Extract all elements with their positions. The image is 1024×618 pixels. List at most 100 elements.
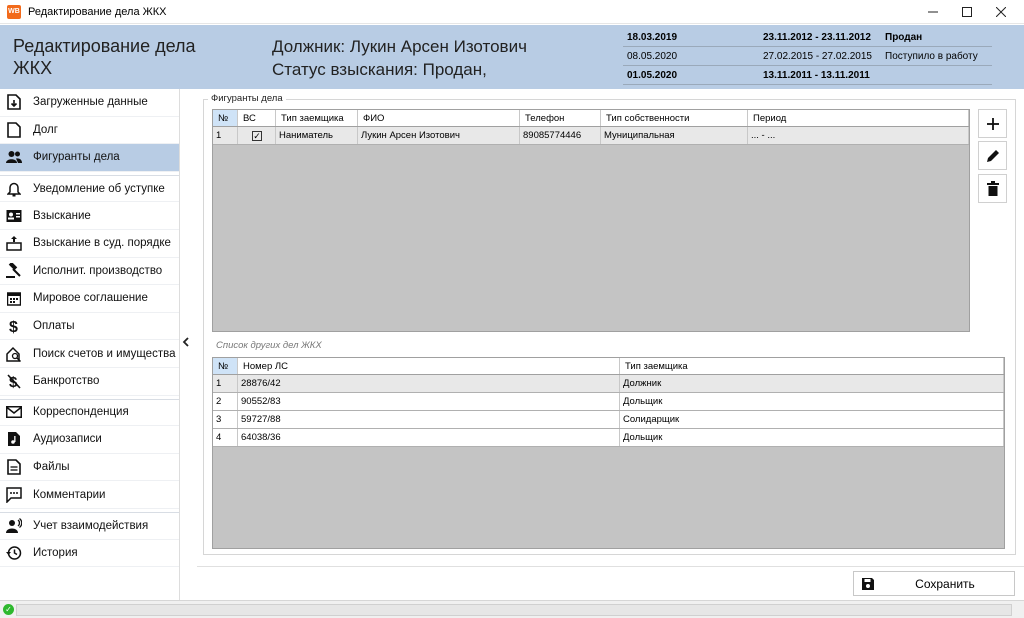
interaction-icon <box>6 517 22 534</box>
column-header-borrower-type[interactable]: Тип заемщика <box>620 358 1004 374</box>
column-header-num[interactable]: № <box>213 358 238 374</box>
table-row[interactable]: 3 59727/88 Солидарщик <box>213 411 1004 429</box>
save-button-label: Сохранить <box>915 576 975 591</box>
sidebar-item-12[interactable]: Аудиозаписи <box>0 426 179 454</box>
sidebar-item-1[interactable]: Долг <box>0 117 179 145</box>
sidebar-item-0[interactable]: Загруженные данные <box>0 89 179 117</box>
recovery-status: Статус взыскания: Продан, <box>272 60 487 79</box>
gavel-icon <box>6 262 22 279</box>
column-header-vs[interactable]: ВС <box>238 110 276 126</box>
history-status: Продан <box>885 31 923 43</box>
history-icon <box>6 545 22 561</box>
sidebar-item-label: Взыскание <box>33 209 91 222</box>
footer-divider <box>197 566 1024 567</box>
row-num: 3 <box>213 411 238 428</box>
borrower-type-cell: Наниматель <box>276 127 358 144</box>
history-date: 08.05.2020 <box>627 50 678 62</box>
history-status: Поступило в работу <box>885 50 978 62</box>
fio-cell: Лукин Арсен Изотович <box>358 127 520 144</box>
sidebar-item-4[interactable]: Взыскание <box>0 202 179 230</box>
add-participant-button[interactable] <box>978 109 1007 138</box>
column-header-period[interactable]: Период <box>748 110 969 126</box>
column-header-num[interactable]: № <box>213 110 238 126</box>
bell-icon <box>6 181 22 197</box>
row-num: 1 <box>213 375 238 392</box>
sidebar-item-6[interactable]: Исполнит. производство <box>0 258 179 286</box>
column-header-fio[interactable]: ФИО <box>358 110 520 126</box>
sidebar-item-14[interactable]: Комментарии <box>0 481 179 509</box>
status-bar: ✓ <box>0 600 1024 618</box>
plus-icon <box>986 117 999 130</box>
dollar-icon: $ <box>6 318 22 334</box>
sidebar-item-label: Исполнит. производство <box>33 264 163 277</box>
progress-track <box>16 604 1012 616</box>
vs-checkbox[interactable]: ✓ <box>252 130 262 141</box>
sidebar-item-5[interactable]: Взыскание в суд. порядке <box>0 230 179 258</box>
file-icon <box>6 459 22 475</box>
other-cases-label: Список других дел ЖКХ <box>216 340 322 351</box>
comment-icon <box>6 486 22 503</box>
sidebar-item-label: Поиск счетов и имущества <box>33 347 176 360</box>
account-number-cell: 59727/88 <box>238 411 620 428</box>
sidebar-item-7[interactable]: Мировое соглашение <box>0 285 179 313</box>
row-num: 1 <box>213 127 238 144</box>
borrower-type-cell: Солидарщик <box>620 411 1004 428</box>
sidebar-item-16[interactable]: История <box>0 540 179 568</box>
column-header-account-number[interactable]: Номер ЛС <box>238 358 620 374</box>
status-history: 18.03.2019 23.11.2012 - 23.11.2012 Продан 0… <box>623 28 992 85</box>
minimize-button[interactable] <box>916 0 950 24</box>
maximize-icon <box>962 7 972 17</box>
court-transfer-icon <box>6 235 22 252</box>
sidebar-item-11[interactable]: Корреспонденция <box>0 398 179 427</box>
maximize-button[interactable] <box>950 0 984 24</box>
history-row: 08.05.2020 27.02.2015 - 27.02.2015 Поступи… <box>623 47 992 66</box>
edit-participant-button[interactable] <box>978 141 1007 170</box>
people-icon <box>6 149 22 165</box>
account-number-cell: 28876/42 <box>238 375 620 392</box>
sidebar-item-8[interactable]: $ Оплаты <box>0 313 179 341</box>
trash-icon <box>986 180 999 196</box>
participants-table[interactable]: № ВС Тип заемщика ФИО Телефон Тип собств… <box>212 109 970 332</box>
sidebar-item-label: Файлы <box>33 461 70 474</box>
phone-cell: 89085774446 <box>520 127 601 144</box>
borrower-type-cell: Дольщик <box>620 429 1004 446</box>
history-period: 13.11.2011 - 13.11.2011 <box>763 69 870 81</box>
column-header-ownership[interactable]: Тип собственности <box>601 110 748 126</box>
sidebar-item-10[interactable]: $ Банкротство <box>0 368 179 396</box>
participants-group-label: Фигуранты дела <box>208 93 286 104</box>
table-row[interactable]: 2 90552/83 Дольщик <box>213 393 1004 411</box>
sidebar-item-13[interactable]: Файлы <box>0 454 179 482</box>
borrower-type-cell: Должник <box>620 375 1004 392</box>
collapse-sidebar-button[interactable] <box>182 336 190 350</box>
column-header-phone[interactable]: Телефон <box>520 110 601 126</box>
sidebar-item-15[interactable]: Учет взаимодействия <box>0 511 179 540</box>
period-cell: ... - ... <box>748 127 969 144</box>
window-title: Редактирование дела ЖКХ <box>28 5 167 18</box>
contact-card-icon <box>6 208 22 224</box>
delete-participant-button[interactable] <box>978 174 1007 203</box>
sidebar-item-3[interactable]: Уведомление об уступке <box>0 174 179 203</box>
other-cases-table[interactable]: № Номер ЛС Тип заемщика 1 28876/42 Должник… <box>212 357 1005 549</box>
table-row[interactable]: 4 64038/36 Дольщик <box>213 429 1004 447</box>
sidebar-item-label: Банкротство <box>33 375 100 388</box>
sidebar-item-label: Мировое соглашение <box>33 292 148 305</box>
sidebar-item-label: Корреспонденция <box>33 406 129 419</box>
svg-text:$: $ <box>9 319 18 334</box>
table-row[interactable]: 1 28876/42 Должник <box>213 375 1004 393</box>
title-bar: WB Редактирование дела ЖКХ <box>0 0 1024 24</box>
column-header-borrower-type[interactable]: Тип заемщика <box>276 110 358 126</box>
table-row[interactable]: 1 ✓ Наниматель Лукин Арсен Изотович 8908… <box>213 127 969 145</box>
sidebar-item-label: Аудиозаписи <box>33 433 102 446</box>
vs-cell[interactable]: ✓ <box>238 127 276 144</box>
debtor-name: Должник: Лукин Арсен Изотович <box>272 37 527 56</box>
close-button[interactable] <box>984 0 1018 24</box>
sidebar-item-label: Уведомление об уступке <box>33 182 165 195</box>
account-number-cell: 64038/36 <box>238 429 620 446</box>
sidebar-item-9[interactable]: Поиск счетов и имущества <box>0 340 179 368</box>
history-period: 27.02.2015 - 27.02.2015 <box>763 50 872 62</box>
save-button[interactable]: Сохранить <box>853 571 1015 596</box>
minimize-icon <box>928 11 938 13</box>
sidebar-item-label: История <box>33 546 78 559</box>
sidebar-item-2[interactable]: Фигуранты дела <box>0 144 179 172</box>
ownership-cell: Муниципальная <box>601 127 748 144</box>
